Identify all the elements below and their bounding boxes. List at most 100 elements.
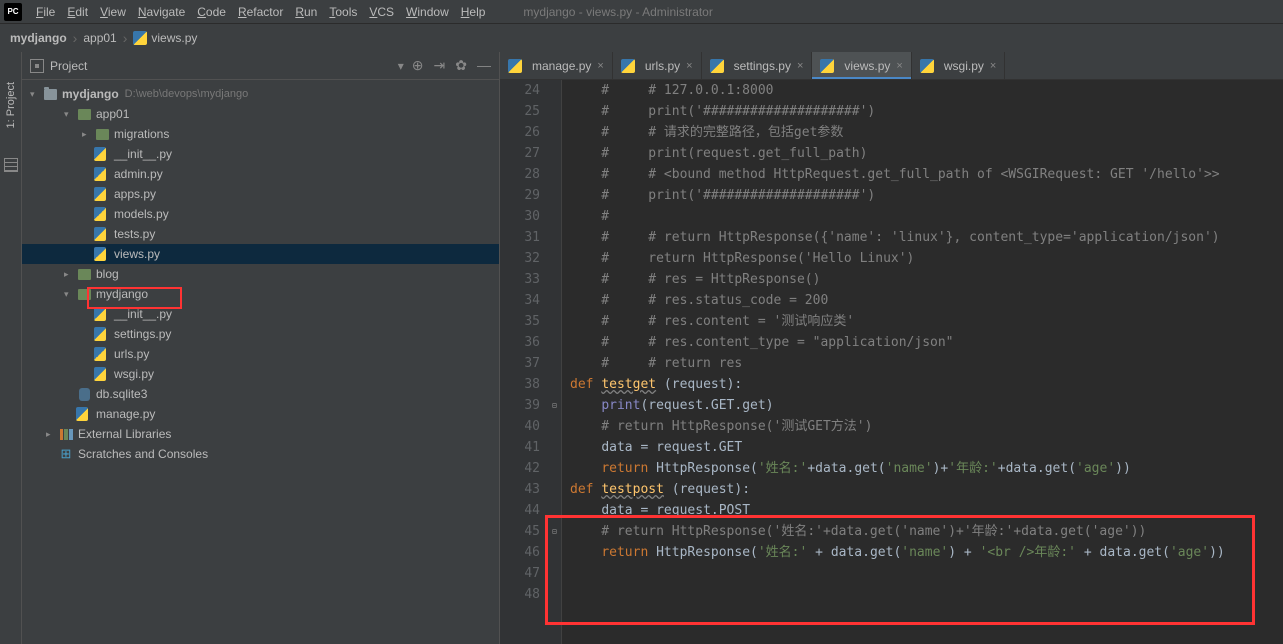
toggle-icon[interactable]: ▸ — [82, 129, 94, 140]
toggle-icon[interactable]: ▾ — [64, 289, 76, 300]
sidebar-header: Project ▾ ⊕ ⇥ ✿ — — [22, 52, 499, 80]
project-path: D:\web\devops\mydjango — [125, 88, 249, 100]
tree-item[interactable]: ▾ mydjango — [22, 284, 499, 304]
tree-item[interactable]: admin.py — [22, 164, 499, 184]
tree-item[interactable]: db.sqlite3 — [22, 384, 499, 404]
menu-navigate[interactable]: Navigate — [132, 3, 191, 21]
python-file-icon — [94, 227, 106, 241]
editor-tab[interactable]: manage.py × — [500, 52, 613, 79]
project-sidebar: Project ▾ ⊕ ⇥ ✿ — ▾ mydjango D:\web\devo… — [22, 52, 500, 644]
tree-item[interactable]: models.py — [22, 204, 499, 224]
tree-item[interactable]: ▸blog — [22, 264, 499, 284]
tree-item[interactable]: __init__.py — [22, 144, 499, 164]
editor: manage.py×urls.py×settings.py×views.py×w… — [500, 52, 1283, 644]
tree-item[interactable]: ▸ External Libraries — [22, 424, 499, 444]
editor-tab[interactable]: urls.py× — [613, 52, 702, 79]
python-file-icon — [820, 59, 834, 73]
python-file-icon — [94, 347, 106, 361]
tree-item[interactable]: __init__.py — [22, 304, 499, 324]
tree-label: wsgi.py — [114, 367, 154, 381]
tree-item[interactable]: wsgi.py — [22, 364, 499, 384]
close-icon[interactable]: × — [797, 60, 803, 72]
menu-code[interactable]: Code — [191, 3, 232, 21]
tree-label: apps.py — [114, 187, 156, 201]
python-file-icon — [920, 59, 934, 73]
tab-label: manage.py — [532, 59, 591, 73]
tab-label: wsgi.py — [944, 59, 984, 73]
python-file-icon — [94, 187, 106, 201]
dropdown-icon[interactable]: ▾ — [398, 59, 404, 73]
tree-label: app01 — [96, 107, 129, 121]
tree-item[interactable]: apps.py — [22, 184, 499, 204]
menu-tools[interactable]: Tools — [323, 3, 363, 21]
app-logo-icon: PC — [4, 3, 22, 21]
tab-label: views.py — [844, 59, 890, 73]
toggle-icon[interactable]: ▾ — [30, 89, 42, 100]
project-tool-button[interactable]: 1: Project — [5, 82, 17, 128]
settings-icon[interactable]: ✿ — [455, 57, 467, 74]
close-icon[interactable]: × — [686, 60, 692, 72]
menu-file[interactable]: File — [30, 3, 61, 21]
tree-label: manage.py — [96, 407, 155, 421]
breadcrumb-item[interactable]: app01 — [83, 31, 116, 45]
tree-item[interactable]: manage.py — [22, 404, 499, 424]
close-icon[interactable]: × — [990, 60, 996, 72]
editor-tab[interactable]: views.py × — [812, 52, 911, 79]
hide-icon[interactable]: — — [477, 57, 491, 74]
python-file-icon — [621, 59, 635, 73]
tree-item[interactable]: views.py — [22, 244, 499, 264]
close-icon[interactable]: × — [896, 60, 902, 72]
menu-edit[interactable]: Edit — [61, 3, 94, 21]
menu-window[interactable]: Window — [400, 3, 455, 21]
menu-bar: PC FileEditViewNavigateCodeRefactorRunTo… — [0, 0, 1283, 24]
tree-label: __init__.py — [114, 307, 172, 321]
package-icon — [78, 269, 91, 280]
line-gutter: 2425262728293031323334353637383940414243… — [500, 80, 550, 644]
python-file-icon — [94, 327, 106, 341]
menu-vcs[interactable]: VCS — [363, 3, 400, 21]
tree-item[interactable]: ▸migrations — [22, 124, 499, 144]
tree-label: urls.py — [114, 347, 149, 361]
tree-item[interactable]: ▾ app01 — [22, 104, 499, 124]
locate-icon[interactable]: ⊕ — [412, 57, 424, 74]
project-tree[interactable]: ▾ mydjango D:\web\devops\mydjango ▾ app01… — [22, 80, 499, 644]
tree-item[interactable]: tests.py — [22, 224, 499, 244]
close-icon[interactable]: × — [597, 60, 603, 72]
python-file-icon — [133, 31, 147, 45]
package-icon — [78, 109, 91, 120]
code-area[interactable]: 2425262728293031323334353637383940414243… — [500, 80, 1283, 644]
python-file-icon — [94, 247, 106, 261]
toggle-icon[interactable]: ▸ — [46, 429, 58, 440]
chevron-right-icon: › — [73, 30, 78, 46]
collapse-icon[interactable]: ⇥ — [434, 57, 446, 74]
fold-toggle-icon[interactable]: ⊟ — [552, 395, 557, 416]
toggle-icon[interactable]: ▸ — [64, 269, 76, 280]
menu-run[interactable]: Run — [289, 3, 323, 21]
tree-label: External Libraries — [78, 427, 171, 441]
breadcrumb-item[interactable]: views.py — [133, 31, 197, 46]
python-file-icon — [94, 367, 106, 381]
menu-refactor[interactable]: Refactor — [232, 3, 289, 21]
tree-item[interactable]: urls.py — [22, 344, 499, 364]
tree-label: admin.py — [114, 167, 163, 181]
editor-tab[interactable]: settings.py× — [702, 52, 813, 79]
annotation-highlight — [545, 515, 1255, 625]
toggle-icon[interactable]: ▾ — [64, 109, 76, 120]
menu-help[interactable]: Help — [455, 3, 492, 21]
python-file-icon — [94, 147, 106, 161]
tree-item[interactable]: settings.py — [22, 324, 499, 344]
breadcrumb: mydjango › app01 › views.py — [0, 24, 1283, 52]
menu-view[interactable]: View — [94, 3, 132, 21]
python-file-icon — [94, 207, 106, 221]
window-title: mydjango - views.py - Administrator — [523, 5, 712, 19]
tree-label: mydjango — [96, 287, 148, 301]
sidebar-title[interactable]: Project — [50, 59, 398, 73]
tree-label: __init__.py — [114, 147, 172, 161]
structure-tool-button[interactable] — [4, 158, 18, 172]
breadcrumb-item[interactable]: mydjango — [10, 31, 67, 45]
tree-item[interactable]: ⊞Scratches and Consoles — [22, 444, 499, 464]
editor-tab[interactable]: wsgi.py × — [912, 52, 1005, 79]
project-view-icon — [30, 59, 44, 73]
database-icon — [79, 388, 90, 401]
tree-root[interactable]: ▾ mydjango D:\web\devops\mydjango — [22, 84, 499, 104]
